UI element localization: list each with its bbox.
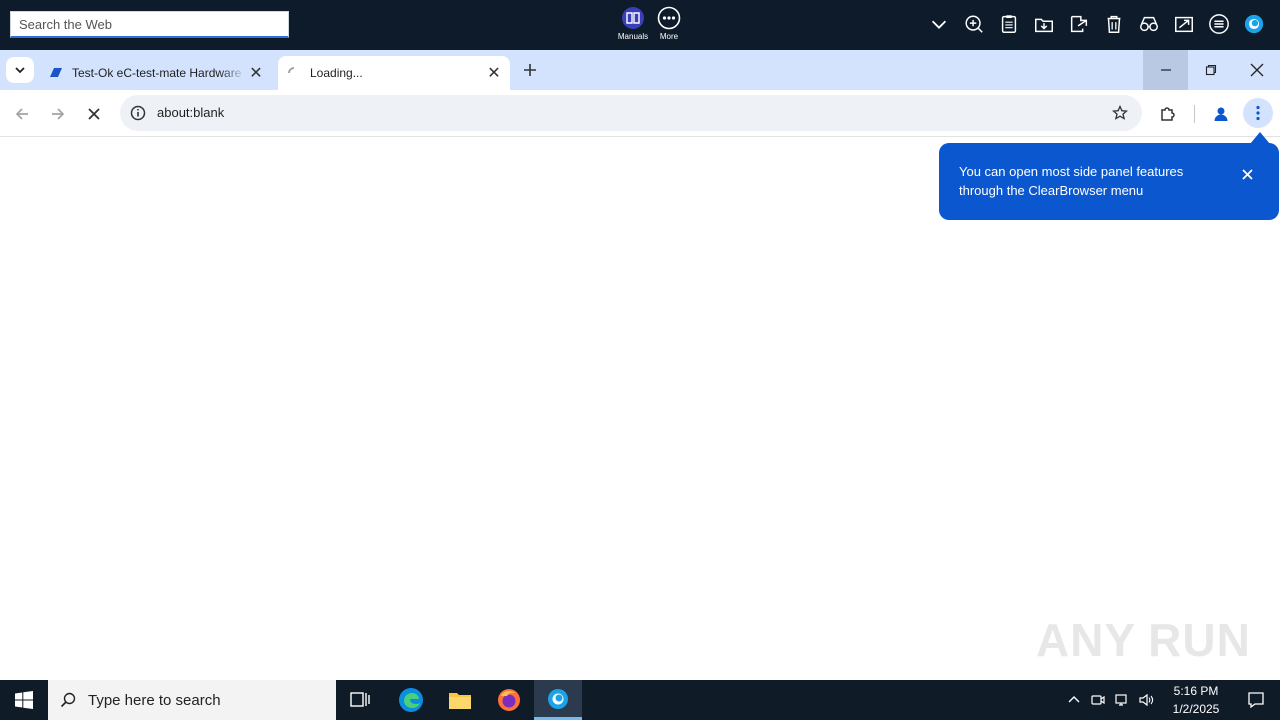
navigation-bar: about:blank — [0, 90, 1280, 137]
restore-icon — [1205, 64, 1216, 76]
forward-button[interactable] — [44, 100, 72, 128]
window-restore-button[interactable] — [1188, 50, 1233, 90]
close-icon — [88, 108, 100, 120]
book-icon — [622, 7, 644, 29]
new-tab-button[interactable] — [518, 58, 542, 82]
clipboard-icon[interactable] — [997, 12, 1021, 36]
callout-text: You can open most side panel features th… — [959, 164, 1184, 198]
address-bar[interactable]: about:blank — [120, 95, 1142, 131]
tab-close-button[interactable]: ✕ — [246, 63, 266, 83]
arrow-left-icon — [15, 108, 28, 120]
chevron-down-icon[interactable] — [927, 12, 951, 36]
anyrun-watermark: ANY RUN — [1036, 608, 1250, 672]
send-icon[interactable] — [1172, 12, 1196, 36]
tab-loading[interactable]: Loading... ✕ — [278, 56, 510, 90]
page-favicon-icon — [48, 65, 64, 81]
taskbar-firefox[interactable] — [485, 680, 533, 720]
manuals-button[interactable]: Manuals — [617, 6, 649, 41]
minimize-icon — [1160, 69, 1171, 71]
clock-time: 5:16 PM — [1173, 684, 1219, 698]
tab-title: Loading... — [310, 66, 363, 80]
chevron-down-icon — [15, 67, 25, 74]
taskbar-edge[interactable] — [387, 680, 435, 720]
windows-logo-icon — [15, 691, 33, 709]
tab-title: Test-Ok eC-test-mate Hardware — [72, 66, 242, 80]
search-icon — [48, 692, 88, 708]
tab-search-button[interactable] — [6, 57, 34, 83]
extensions-button[interactable] — [1154, 100, 1182, 128]
edge-icon — [399, 688, 423, 712]
task-view-button[interactable] — [336, 680, 384, 720]
zoom-in-icon[interactable] — [962, 12, 986, 36]
notification-icon — [1248, 692, 1264, 709]
network-icon[interactable] — [1110, 680, 1134, 720]
info-icon[interactable] — [128, 103, 148, 123]
folder-icon — [449, 693, 471, 709]
more-label: More — [659, 32, 679, 41]
list-icon[interactable] — [1207, 12, 1231, 36]
taskbar-clock[interactable]: 5:16 PM 1/2/2025 — [1160, 682, 1232, 718]
search-web-input[interactable]: Search the Web — [10, 11, 289, 38]
notification-center-button[interactable] — [1232, 680, 1280, 720]
search-web-placeholder: Search the Web — [19, 16, 112, 32]
puzzle-icon — [1161, 107, 1175, 121]
watermark-text-left: ANY — [1036, 614, 1137, 666]
taskbar: Type here to search 5:16 PM 1/2/2025 — [0, 680, 1280, 720]
avatar-icon — [1214, 107, 1228, 121]
window-minimize-button[interactable] — [1143, 50, 1188, 90]
stop-loading-button[interactable] — [80, 100, 108, 128]
bookmark-star-icon[interactable] — [1110, 103, 1130, 123]
clearbrowser-logo-icon — [548, 688, 568, 709]
manuals-label: Manuals — [617, 32, 649, 41]
chevron-up-icon[interactable] — [1062, 680, 1086, 720]
window-close-button[interactable] — [1234, 50, 1279, 90]
plus-icon — [524, 64, 536, 76]
folder-download-icon[interactable] — [1032, 12, 1056, 36]
tab-test-ok[interactable]: Test-Ok eC-test-mate Hardware ✕ — [40, 56, 272, 90]
clearbrowser-logo-icon[interactable] — [1242, 12, 1266, 36]
taskbar-search-box[interactable]: Type here to search — [48, 680, 336, 720]
trash-icon[interactable] — [1102, 12, 1126, 36]
address-url[interactable]: about:blank — [157, 105, 224, 120]
back-button[interactable] — [8, 100, 36, 128]
close-icon — [1250, 63, 1263, 77]
watermark-text-right: RUN — [1148, 614, 1251, 666]
close-icon — [1241, 168, 1253, 180]
more-icon — [657, 6, 681, 30]
toolbar-right-group — [927, 12, 1266, 36]
loading-spinner-icon — [286, 65, 302, 81]
task-view-icon — [350, 692, 370, 707]
start-button[interactable] — [0, 680, 48, 720]
volume-icon[interactable] — [1134, 680, 1158, 720]
taskbar-clearbrowser[interactable] — [534, 680, 582, 720]
profile-button[interactable] — [1207, 100, 1235, 128]
toolbar-separator — [1194, 105, 1195, 123]
toolbar-center-group: Manuals More — [617, 6, 682, 41]
top-toolbar: Search the Web Manuals More — [0, 0, 1280, 50]
tab-strip: Test-Ok eC-test-mate Hardware ✕ Loading.… — [0, 50, 1280, 90]
firefox-icon — [498, 689, 520, 711]
more-vertical-icon — [1256, 105, 1260, 121]
more-button[interactable]: More — [656, 6, 682, 41]
glasses-icon[interactable] — [1137, 12, 1161, 36]
system-tray: 5:16 PM 1/2/2025 — [1062, 680, 1280, 720]
taskbar-file-explorer[interactable] — [436, 680, 484, 720]
tab-close-button[interactable]: ✕ — [484, 63, 504, 83]
share-icon[interactable] — [1067, 12, 1091, 36]
meet-now-icon[interactable] — [1086, 680, 1110, 720]
callout-close-button[interactable] — [1237, 164, 1257, 184]
side-panel-callout: You can open most side panel features th… — [939, 143, 1279, 220]
taskbar-search-placeholder: Type here to search — [88, 691, 221, 709]
arrow-right-icon — [52, 108, 65, 120]
clock-date: 1/2/2025 — [1172, 702, 1220, 716]
browser-menu-button[interactable] — [1243, 98, 1273, 128]
